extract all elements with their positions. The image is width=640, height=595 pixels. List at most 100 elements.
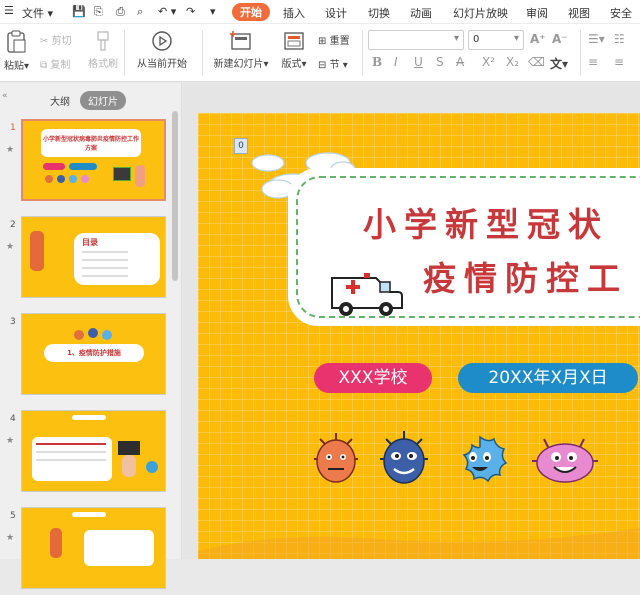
tab-view[interactable]: 视图 <box>568 5 590 21</box>
student-icon <box>135 165 145 187</box>
play-from-current-button[interactable]: 从当前开始 <box>134 30 190 70</box>
font-name-select[interactable]: ▾ <box>368 30 464 50</box>
virus-icon <box>45 175 53 183</box>
file-menu[interactable]: 文件 ▾ <box>22 5 53 21</box>
new-slide-icon <box>230 31 251 50</box>
blackboard-icon <box>113 167 131 181</box>
paste-button[interactable]: 粘贴▾ <box>4 30 29 72</box>
collapse-panel-icon[interactable]: « <box>2 91 8 101</box>
decrease-font-icon[interactable]: A⁻ <box>552 32 568 46</box>
date-label-pill[interactable]: 20XX年X月X日 <box>458 363 638 393</box>
new-slide-label: 新建幻灯片 <box>213 59 264 70</box>
animation-star-icon: ★ <box>6 533 15 543</box>
cut-label: 剪切 <box>51 36 72 47</box>
thumbnail-frame <box>21 410 166 492</box>
layout-button[interactable]: 版式▾ <box>280 30 308 70</box>
paintbrush-icon <box>97 31 109 51</box>
underline-icon[interactable]: U <box>414 55 423 69</box>
slide-thumbnail-5[interactable]: 5 ★ <box>0 507 172 595</box>
ribbon-divider <box>124 30 125 76</box>
copy-button[interactable]: ⧉ 复制 <box>40 56 70 71</box>
tab-review[interactable]: 审阅 <box>526 5 548 21</box>
bold-icon[interactable]: B <box>372 55 382 69</box>
date-label: 20XX年X月X日 <box>488 368 608 388</box>
italic-icon[interactable]: I <box>394 55 398 69</box>
school-label: XXX学校 <box>338 368 408 388</box>
slide-thumbnail-2[interactable]: 2 ★ 目录 <box>0 216 172 304</box>
tab-transition[interactable]: 切换 <box>368 5 390 21</box>
subscript-icon[interactable]: X₂ <box>506 55 519 69</box>
wave-decoration <box>198 527 640 559</box>
export-pdf-icon[interactable]: ⎘ <box>94 5 103 19</box>
slide-1[interactable]: 小学新型冠状 疫情防控工 XXX学校 20XX年X月X日 <box>198 113 640 559</box>
thumb-line <box>36 443 106 445</box>
panel-scrollbar[interactable] <box>172 111 178 281</box>
thumb-heading: 1、疫情防护措施 <box>44 344 144 362</box>
student-icon <box>122 455 136 477</box>
tab-slides[interactable]: 幻灯片 <box>80 91 126 110</box>
slide-title-line1[interactable]: 小学新型冠状 <box>363 198 609 246</box>
align-left-icon[interactable]: ≡ <box>588 55 598 69</box>
section-label: 节 <box>329 60 340 71</box>
print-preview-icon[interactable]: ⌕ <box>137 5 143 19</box>
tab-insert[interactable]: 插入 <box>283 5 305 21</box>
font-size-field[interactable]: 0 ▾ <box>468 30 524 50</box>
reset-button[interactable]: ⊞ 重置 <box>318 32 350 47</box>
slide-thumbnail-4[interactable]: 4 ★ <box>0 410 172 498</box>
ribbon-divider <box>362 30 363 76</box>
save-icon[interactable]: 💾 <box>72 5 86 18</box>
thumb-line <box>36 459 106 461</box>
virus-blue-icon <box>380 431 428 484</box>
virus-icon <box>88 328 98 338</box>
reset-icon: ⊞ <box>318 36 327 47</box>
thumb-line <box>36 451 106 453</box>
chevron-down-icon: ▾ <box>453 33 459 44</box>
redo-icon[interactable]: ↷ <box>186 5 195 18</box>
ribbon-toolbar: 粘贴▾ ✂ 剪切 ⧉ 复制 格式刷 从当前开始 新建幻灯片▾ 版式▾ ⊞ 重置 … <box>0 24 640 82</box>
cut-button[interactable]: ✂ 剪切 <box>40 32 72 47</box>
numbered-list-icon[interactable]: ☷ <box>614 32 625 46</box>
slide-title-line2[interactable]: 疫情防控工 <box>423 252 628 300</box>
play-from-current-label: 从当前开始 <box>137 59 187 70</box>
clear-format-icon[interactable]: ⌫ <box>528 55 545 69</box>
slide-number: 3 <box>10 317 16 327</box>
undo-icon[interactable]: ↶ ▾ <box>158 5 176 18</box>
thumbnail-frame: 小学新型冠状病毒肺炎疫情防控工作方案 <box>21 119 166 201</box>
tab-design[interactable]: 设计 <box>325 5 347 21</box>
new-slide-button[interactable]: 新建幻灯片▾ <box>212 30 270 70</box>
section-button[interactable]: ⊟ 节 ▾ <box>318 56 348 71</box>
increase-font-icon[interactable]: A⁺ <box>530 32 546 46</box>
slide-canvas: 小学新型冠状 疫情防控工 XXX学校 20XX年X月X日 0 <box>183 83 640 559</box>
bullet-list-icon[interactable]: ☰▾ <box>588 32 605 46</box>
virus-orange-icon <box>314 433 358 483</box>
quick-access-dropdown-icon[interactable]: ▾ <box>210 5 216 18</box>
hamburger-icon[interactable]: ☰ <box>4 4 14 17</box>
thumb-line <box>82 275 128 277</box>
tab-security[interactable]: 安全 <box>610 5 632 21</box>
layout-label: 版式 <box>281 59 302 70</box>
strike-alt-icon[interactable]: A <box>456 55 464 69</box>
superscript-icon[interactable]: X² <box>482 55 495 69</box>
copy-icon: ⧉ <box>40 60 48 71</box>
panel-tabs: « 大纲 幻灯片 <box>0 83 182 111</box>
tab-home[interactable]: 开始 <box>232 3 270 21</box>
align-center-icon[interactable]: ≡ <box>614 55 624 69</box>
slide-thumbnail-1[interactable]: 1 ★ 小学新型冠状病毒肺炎疫情防控工作方案 <box>0 119 172 207</box>
animation-star-icon: ★ <box>6 436 15 446</box>
play-icon <box>152 31 172 51</box>
animation-star-icon: ★ <box>6 242 15 252</box>
tab-slideshow[interactable]: 幻灯片放映 <box>453 5 508 21</box>
format-painter-button[interactable]: 格式刷 <box>86 30 120 70</box>
format-painter-label: 格式刷 <box>88 59 118 70</box>
strikethrough-icon[interactable]: S <box>436 55 444 69</box>
tab-outline[interactable]: 大纲 <box>42 91 78 110</box>
tab-animation[interactable]: 动画 <box>410 5 432 21</box>
char-spacing-icon[interactable]: 文▾ <box>550 55 568 72</box>
print-icon[interactable]: ⎙ <box>116 5 125 19</box>
virus-icon <box>74 330 84 340</box>
thumb-line <box>82 267 128 269</box>
thumbnail-frame: 目录 <box>21 216 166 298</box>
slide-thumbnail-3[interactable]: 3 1、疫情防护措施 <box>0 313 172 401</box>
virus-icon <box>57 175 65 183</box>
school-label-pill[interactable]: XXX学校 <box>314 363 432 393</box>
